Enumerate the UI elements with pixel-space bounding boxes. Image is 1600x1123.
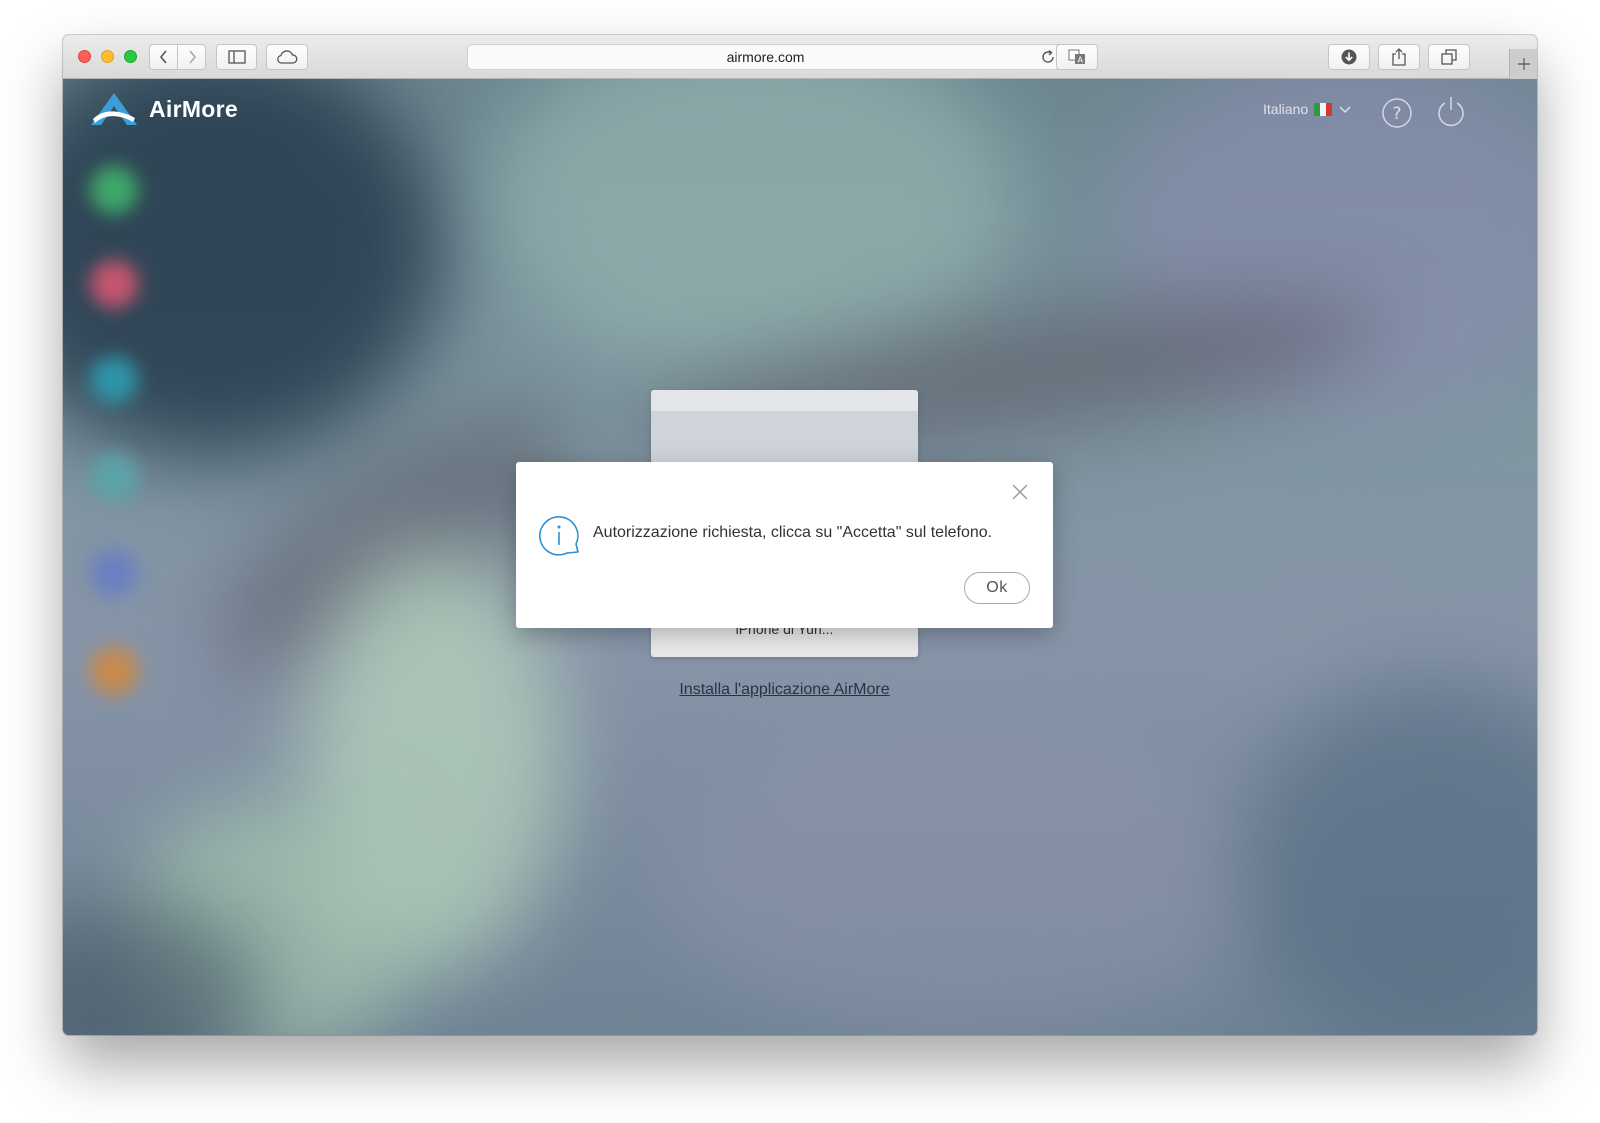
power-icon[interactable] xyxy=(1435,95,1467,129)
translate-icon: A xyxy=(1068,49,1085,65)
sidebar-icon xyxy=(227,50,246,64)
plus-icon xyxy=(1517,58,1530,70)
minimize-window-button[interactable] xyxy=(101,50,114,63)
fullscreen-window-button[interactable] xyxy=(124,50,137,63)
dialog-message: Autorizzazione richiesta, clicca su "Acc… xyxy=(593,524,993,541)
icloud-tabs-icon xyxy=(277,50,298,64)
icloud-tabs-button[interactable] xyxy=(266,44,308,70)
sidebar-app-icon[interactable] xyxy=(90,647,138,695)
language-selector[interactable]: Italiano xyxy=(1263,101,1352,117)
download-icon xyxy=(1341,49,1357,65)
url-text: airmore.com xyxy=(726,49,805,65)
flag-red-stripe xyxy=(1326,102,1333,116)
close-window-button[interactable] xyxy=(78,50,91,63)
device-card-header xyxy=(651,390,918,411)
chevron-down-icon xyxy=(1339,106,1351,113)
sidebar-app-icon[interactable] xyxy=(90,166,138,214)
tabs-overview-button[interactable] xyxy=(1428,44,1470,70)
info-icon xyxy=(539,516,579,556)
downloads-button[interactable] xyxy=(1328,44,1370,70)
share-button[interactable] xyxy=(1378,44,1420,70)
help-icon[interactable]: ? xyxy=(1381,97,1413,129)
wallpaper-shape xyxy=(1243,679,1537,1035)
translate-button[interactable]: A xyxy=(1056,44,1098,70)
sidebar-button[interactable] xyxy=(216,44,257,70)
sidebar-app-icon[interactable] xyxy=(90,356,138,404)
chevron-left-icon xyxy=(159,50,167,64)
app-name: AirMore xyxy=(149,95,239,122)
back-button[interactable] xyxy=(149,44,178,70)
share-icon xyxy=(1392,48,1406,66)
authorization-dialog: Autorizzazione richiesta, clicca su "Acc… xyxy=(516,462,1053,628)
close-icon[interactable] xyxy=(1010,482,1030,502)
browser-toolbar: airmore.com A xyxy=(63,35,1537,79)
sidebar-app-icon[interactable] xyxy=(90,260,138,308)
reload-icon[interactable] xyxy=(1039,48,1057,66)
svg-text:?: ? xyxy=(1392,104,1401,124)
forward-button[interactable] xyxy=(177,44,206,70)
wallpaper-shape xyxy=(663,719,1263,1035)
ok-button[interactable]: Ok xyxy=(964,572,1030,604)
sidebar-app-icon[interactable] xyxy=(90,549,138,597)
tabs-overview-icon xyxy=(1441,49,1457,65)
sidebar-app-icon[interactable] xyxy=(90,453,138,501)
language-label: Italiano xyxy=(1263,101,1309,117)
airmore-logo-icon xyxy=(91,93,137,125)
page-content: AirMore Italiano ? iPhone di Yuri... Ins… xyxy=(63,79,1537,1035)
install-app-link[interactable]: Installa l'applicazione AirMore xyxy=(669,681,900,699)
svg-text:A: A xyxy=(1078,56,1084,65)
italy-flag-icon xyxy=(1314,102,1333,116)
new-tab-button[interactable] xyxy=(1509,49,1537,79)
address-bar[interactable]: airmore.com xyxy=(467,44,1064,70)
airmore-logo[interactable]: AirMore xyxy=(89,91,238,127)
chevron-right-icon xyxy=(188,50,196,64)
browser-window: airmore.com A AirMore Italiano ? iPhone … xyxy=(63,35,1537,1035)
